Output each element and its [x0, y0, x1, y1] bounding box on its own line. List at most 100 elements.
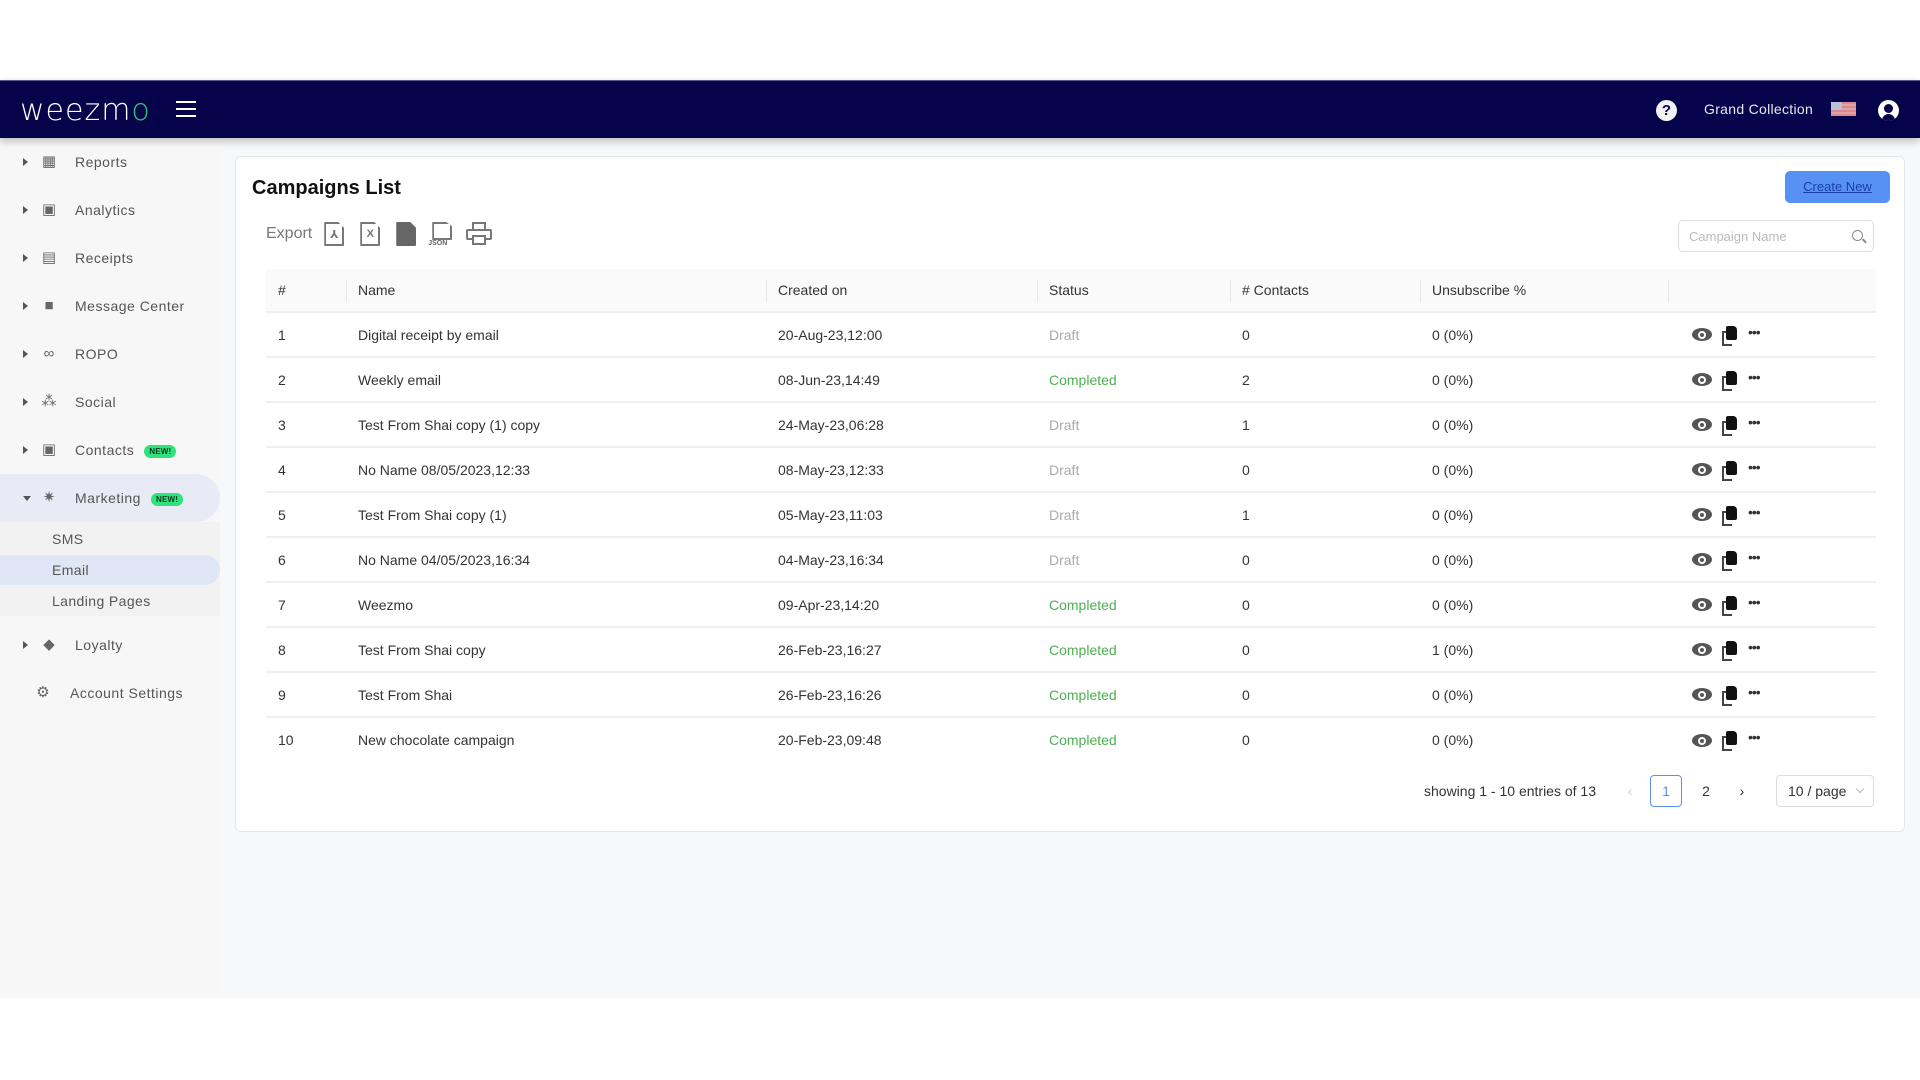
more-options-icon[interactable]: ••• [1748, 460, 1761, 476]
more-options-icon[interactable]: ••• [1748, 415, 1761, 431]
duplicate-icon[interactable] [1722, 505, 1738, 526]
column-header-created-on[interactable]: Created on [766, 269, 1037, 312]
table-row[interactable]: 5 Test From Shai copy (1) 05-May-23,11:03 D… [266, 492, 1876, 537]
view-icon[interactable] [1692, 598, 1712, 611]
cell-name[interactable]: New chocolate campaign [346, 717, 766, 762]
us-flag-icon[interactable] [1831, 102, 1856, 116]
duplicate-icon[interactable] [1722, 731, 1738, 751]
table-row[interactable]: 3 Test From Shai copy (1) copy 24-May-23,0… [266, 402, 1876, 447]
create-new-button[interactable]: Create New [1785, 171, 1890, 203]
more-options-icon[interactable]: ••• [1748, 550, 1761, 566]
table-row[interactable]: 8 Test From Shai copy 26-Feb-23,16:27 Compl… [266, 627, 1876, 672]
page-1-button[interactable]: 1 [1650, 775, 1682, 807]
table-row[interactable]: 4 No Name 08/05/2023,12:33 08-May-23,12:33… [266, 447, 1876, 492]
more-options-icon[interactable]: ••• [1748, 595, 1761, 611]
sidebar-item-account-settings[interactable]: ⚙ Account Settings [0, 669, 220, 717]
more-options-icon[interactable]: ••• [1748, 370, 1761, 386]
status-badge: Draft [1049, 326, 1080, 343]
cell-name[interactable]: Test From Shai copy (1) [346, 492, 766, 537]
submenu-item-email[interactable]: Email [0, 555, 220, 585]
page-size-select[interactable]: 10 / page [1776, 775, 1874, 807]
cell-name[interactable]: No Name 08/05/2023,12:33 [346, 447, 766, 492]
more-options-icon[interactable]: ••• [1748, 325, 1761, 341]
duplicate-icon[interactable] [1722, 460, 1738, 481]
view-icon[interactable] [1692, 373, 1712, 386]
caret-down-icon [23, 495, 31, 501]
help-icon[interactable]: ? [1656, 100, 1677, 121]
table-row[interactable]: 7 Weezmo 09-Apr-23,14:20 Completed 0 0 (0%) ••… [266, 582, 1876, 627]
duplicate-icon[interactable] [1722, 640, 1738, 661]
receipt-icon: ▤ [41, 249, 57, 266]
export-pdf-icon[interactable]: ⅄ [322, 220, 346, 248]
export-json-icon[interactable]: JSON [428, 220, 454, 248]
view-icon[interactable] [1692, 508, 1712, 521]
duplicate-icon[interactable] [1722, 415, 1738, 436]
view-icon[interactable] [1692, 463, 1712, 476]
export-excel-icon[interactable]: X [358, 220, 382, 248]
table-row[interactable]: 10 New chocolate campaign 20-Feb-23,09:48 C… [266, 717, 1876, 762]
cell-name[interactable]: Digital receipt by email [346, 312, 766, 357]
page-2-button[interactable]: 2 [1690, 775, 1722, 807]
weezmo-logo[interactable]: weezmo [20, 93, 151, 128]
view-icon[interactable] [1692, 688, 1712, 701]
campaign-name-search-input[interactable] [1679, 221, 1839, 251]
submenu-item-sms[interactable]: SMS [0, 524, 220, 554]
cell-name[interactable]: Weezmo [346, 582, 766, 627]
more-options-icon[interactable]: ••• [1748, 640, 1761, 656]
sidebar-item-ropo[interactable]: ∞ ROPO [0, 330, 220, 378]
column-header-name[interactable]: Name [346, 269, 766, 312]
duplicate-icon[interactable] [1722, 325, 1738, 346]
cell-number: 8 [278, 641, 286, 658]
column-header-status[interactable]: Status [1037, 269, 1230, 312]
sidebar-item-label: Loyalty [75, 637, 123, 653]
duplicate-icon[interactable] [1722, 550, 1738, 571]
sidebar-item-contacts[interactable]: ▣ Contacts NEW! [0, 426, 220, 474]
table-row[interactable]: 1 Digital receipt by email 20-Aug-23,12:00… [266, 312, 1876, 357]
view-icon[interactable] [1692, 643, 1712, 656]
duplicate-icon[interactable] [1722, 370, 1738, 391]
cell-name[interactable]: Test From Shai [346, 672, 766, 717]
cell-name[interactable]: Test From Shai copy [346, 627, 766, 672]
next-page-button[interactable]: › [1726, 783, 1758, 799]
people-icon: ⁂ [41, 393, 57, 410]
column-header-contacts[interactable]: # Contacts [1230, 269, 1420, 312]
sidebar-item-analytics[interactable]: ▣ Analytics [0, 186, 220, 234]
menu-toggle-icon[interactable] [176, 101, 196, 117]
table-row[interactable]: 9 Test From Shai 26-Feb-23,16:26 Completed 0… [266, 672, 1876, 717]
print-icon[interactable] [466, 222, 493, 246]
more-options-icon[interactable]: ••• [1748, 730, 1761, 746]
cell-name[interactable]: Test From Shai copy (1) copy [346, 402, 766, 447]
view-icon[interactable] [1692, 328, 1712, 341]
sidebar-item-receipts[interactable]: ▤ Receipts [0, 234, 220, 282]
cell-created-on: 05-May-23,11:03 [778, 506, 883, 523]
column-header-unsubscribe[interactable]: Unsubscribe % [1420, 269, 1668, 312]
duplicate-icon[interactable] [1722, 595, 1738, 616]
view-icon[interactable] [1692, 733, 1712, 747]
caret-right-icon [23, 350, 28, 358]
submenu-item-landing-pages[interactable]: Landing Pages [0, 586, 220, 616]
more-options-icon[interactable]: ••• [1748, 685, 1761, 701]
cell-contacts: 0 [1242, 732, 1250, 748]
account-name[interactable]: Grand Collection [1704, 101, 1813, 117]
table-row[interactable]: 6 No Name 04/05/2023,16:34 04-May-23,16:34… [266, 537, 1876, 582]
export-csv-icon[interactable] [394, 220, 418, 248]
more-options-icon[interactable]: ••• [1748, 505, 1761, 521]
sidebar-item-reports[interactable]: ▦ Reports [0, 138, 220, 186]
cell-name[interactable]: No Name 04/05/2023,16:34 [346, 537, 766, 582]
column-header-number[interactable]: # [266, 269, 346, 312]
sidebar-item-social[interactable]: ⁂ Social [0, 378, 220, 426]
table-row[interactable]: 2 Weekly email 08-Jun-23,14:49 Completed 2 0 … [266, 357, 1876, 402]
campaign-search [1678, 220, 1874, 252]
duplicate-icon[interactable] [1722, 685, 1738, 706]
cell-contacts: 1 [1242, 506, 1250, 523]
sidebar-item-message-center[interactable]: ■ Message Center [0, 282, 220, 330]
cell-name[interactable]: Weekly email [346, 357, 766, 402]
cell-unsubscribe: 0 (0%) [1432, 686, 1474, 703]
view-icon[interactable] [1692, 553, 1712, 566]
previous-page-button[interactable]: ‹ [1614, 783, 1646, 799]
search-icon[interactable] [1852, 230, 1863, 241]
view-icon[interactable] [1692, 418, 1712, 431]
user-account-icon[interactable] [1878, 100, 1899, 121]
sidebar-item-marketing[interactable]: ✷ Marketing NEW! [0, 474, 220, 522]
sidebar-item-loyalty[interactable]: ◆ Loyalty [0, 621, 220, 669]
